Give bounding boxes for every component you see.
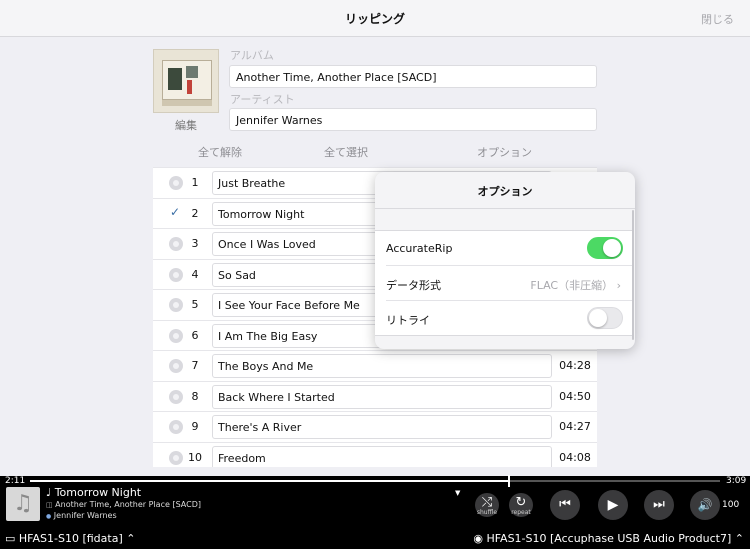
source-device-name: HFAS1-S10 [fidata] <box>18 532 123 545</box>
track-number: 7 <box>191 359 199 372</box>
deselect-all-button[interactable]: 全て解除 <box>198 144 242 160</box>
monitor-icon: ▭ <box>5 532 16 545</box>
artwork-figure <box>187 80 192 94</box>
now-playing-album: ◫ Another Time, Another Place [SACD] <box>46 500 201 509</box>
page-title: リッピング <box>344 12 405 26</box>
retry-toggle[interactable] <box>587 307 623 329</box>
options-group: AccurateRip データ形式 FLAC（非圧縮） › リトライ <box>375 230 632 336</box>
close-button[interactable]: 閉じる <box>701 11 734 27</box>
artwork-door <box>168 68 182 90</box>
track-number: 2 <box>191 206 199 220</box>
chevron-up-icon: ⌃ <box>126 532 136 545</box>
header-bar: リッピング 閉じる <box>0 0 750 37</box>
output-device-selector[interactable]: ◉ HFAS1-S10 [Accuphase USB Audio Product… <box>473 532 744 545</box>
data-format-row[interactable]: データ形式 FLAC（非圧縮） › <box>375 266 632 301</box>
retry-label: リトライ <box>386 314 430 327</box>
unchecked-circle-icon[interactable] <box>169 389 183 404</box>
artist-icon: ● <box>46 513 52 520</box>
popover-scrollbar[interactable] <box>632 210 634 340</box>
track-title-field[interactable]: Back Where I Started <box>212 384 552 409</box>
now-playing-title[interactable]: ♩ Tomorrow Night <box>46 486 141 499</box>
source-device-selector[interactable]: ▭ HFAS1-S10 [fidata] ⌃ <box>5 532 135 545</box>
track-title-field[interactable]: There's A River <box>212 415 552 439</box>
progress-bar[interactable] <box>30 475 720 487</box>
artist-label: アーティスト <box>230 93 295 106</box>
unchecked-circle-icon[interactable] <box>169 237 183 251</box>
now-playing-artist: ● Jennifer Warnes <box>46 511 117 520</box>
elapsed-time: 2:11 <box>5 476 26 486</box>
track-row[interactable]: 10 Freedom 04:08 <box>153 441 597 467</box>
next-track-icon[interactable]: ⏭ <box>644 490 674 520</box>
album-icon: ◫ <box>46 501 53 509</box>
now-playing-album-text: Another Time, Another Place [SACD] <box>55 500 201 509</box>
note-icon: ♩ <box>46 486 52 499</box>
artist-field[interactable]: Jennifer Warnes <box>229 108 597 131</box>
track-number: 3 <box>191 237 199 250</box>
track-number: 5 <box>191 298 199 311</box>
data-format-value: FLAC（非圧縮） › <box>530 279 621 292</box>
progress-thumb[interactable] <box>508 475 511 487</box>
popover-divider <box>375 208 635 209</box>
retry-row: リトライ <box>375 301 632 336</box>
unchecked-circle-icon[interactable] <box>169 420 183 434</box>
unchecked-circle-icon[interactable] <box>169 450 183 465</box>
previous-track-icon[interactable]: ⏮ <box>550 490 580 520</box>
track-duration: 04:08 <box>559 450 591 464</box>
toggle-knob <box>589 309 607 327</box>
output-device-name: HFAS1-S10 [Accuphase USB Audio Product7] <box>486 532 732 545</box>
checkmark-icon[interactable] <box>169 205 183 221</box>
volume-level: 100 <box>722 500 740 510</box>
track-duration: 04:50 <box>559 389 591 403</box>
artwork-window <box>186 66 198 78</box>
accuraterip-toggle[interactable] <box>587 237 623 259</box>
edit-artwork-button[interactable]: 編集 <box>153 117 219 133</box>
track-duration: 04:28 <box>559 359 591 372</box>
track-row[interactable]: 8 Back Where I Started 04:50 <box>153 380 597 411</box>
chevron-up-icon: ⌃ <box>734 532 744 545</box>
track-number: 9 <box>191 420 199 433</box>
shuffle-label: shuffle <box>476 509 498 516</box>
track-number: 1 <box>191 176 199 189</box>
track-row[interactable]: 7 The Boys And Me 04:28 <box>153 350 597 380</box>
caret-down-icon[interactable]: ▼ <box>455 489 460 497</box>
album-artwork[interactable] <box>153 49 219 113</box>
now-playing-artist-text: Jennifer Warnes <box>53 511 117 520</box>
popover-title: オプション <box>477 185 533 198</box>
track-number: 10 <box>188 450 202 464</box>
options-button[interactable]: オプション <box>477 144 532 160</box>
ripping-screen: リッピング 閉じる 編集 アルバム Another Time, Another … <box>0 0 750 549</box>
player-bar: 2:11 3:09 ♫ ♩ Tomorrow Night ◫ Another T… <box>0 475 750 549</box>
speaker-icon: ◉ <box>473 532 483 545</box>
accuraterip-label: AccurateRip <box>386 242 453 255</box>
track-number: 4 <box>191 267 199 281</box>
volume-icon[interactable]: 🔊 <box>690 490 720 520</box>
select-all-button[interactable]: 全て選択 <box>324 144 368 160</box>
album-label: アルバム <box>230 49 274 62</box>
track-number: 6 <box>191 328 199 342</box>
music-note-icon[interactable]: ♫ <box>6 487 40 521</box>
artwork-step <box>162 100 212 106</box>
track-row[interactable]: 9 There's A River 04:27 <box>153 411 597 441</box>
play-icon[interactable]: ▶ <box>598 490 628 520</box>
track-number: 8 <box>191 389 199 403</box>
total-time: 3:09 <box>726 476 747 486</box>
repeat-label: repeat <box>511 509 531 516</box>
unchecked-circle-icon[interactable] <box>169 359 183 373</box>
unchecked-circle-icon[interactable] <box>169 328 183 343</box>
data-format-label: データ形式 <box>386 279 441 292</box>
ripping-content: 編集 アルバム Another Time, Another Place [SAC… <box>0 37 750 476</box>
track-duration: 04:27 <box>559 420 591 433</box>
track-title-field[interactable]: Freedom <box>212 445 552 467</box>
unchecked-circle-icon[interactable] <box>169 298 183 312</box>
options-popover: オプション AccurateRip データ形式 FLAC（非圧縮） › リトライ <box>375 172 635 349</box>
unchecked-circle-icon[interactable] <box>169 267 183 282</box>
track-title-field[interactable]: The Boys And Me <box>212 354 552 378</box>
progress-fill <box>30 480 509 482</box>
toggle-knob <box>603 239 621 257</box>
unchecked-circle-icon[interactable] <box>169 176 183 190</box>
album-field[interactable]: Another Time, Another Place [SACD] <box>229 65 597 88</box>
now-playing-title-text: Tomorrow Night <box>54 486 142 499</box>
accuraterip-row: AccurateRip <box>375 231 632 266</box>
